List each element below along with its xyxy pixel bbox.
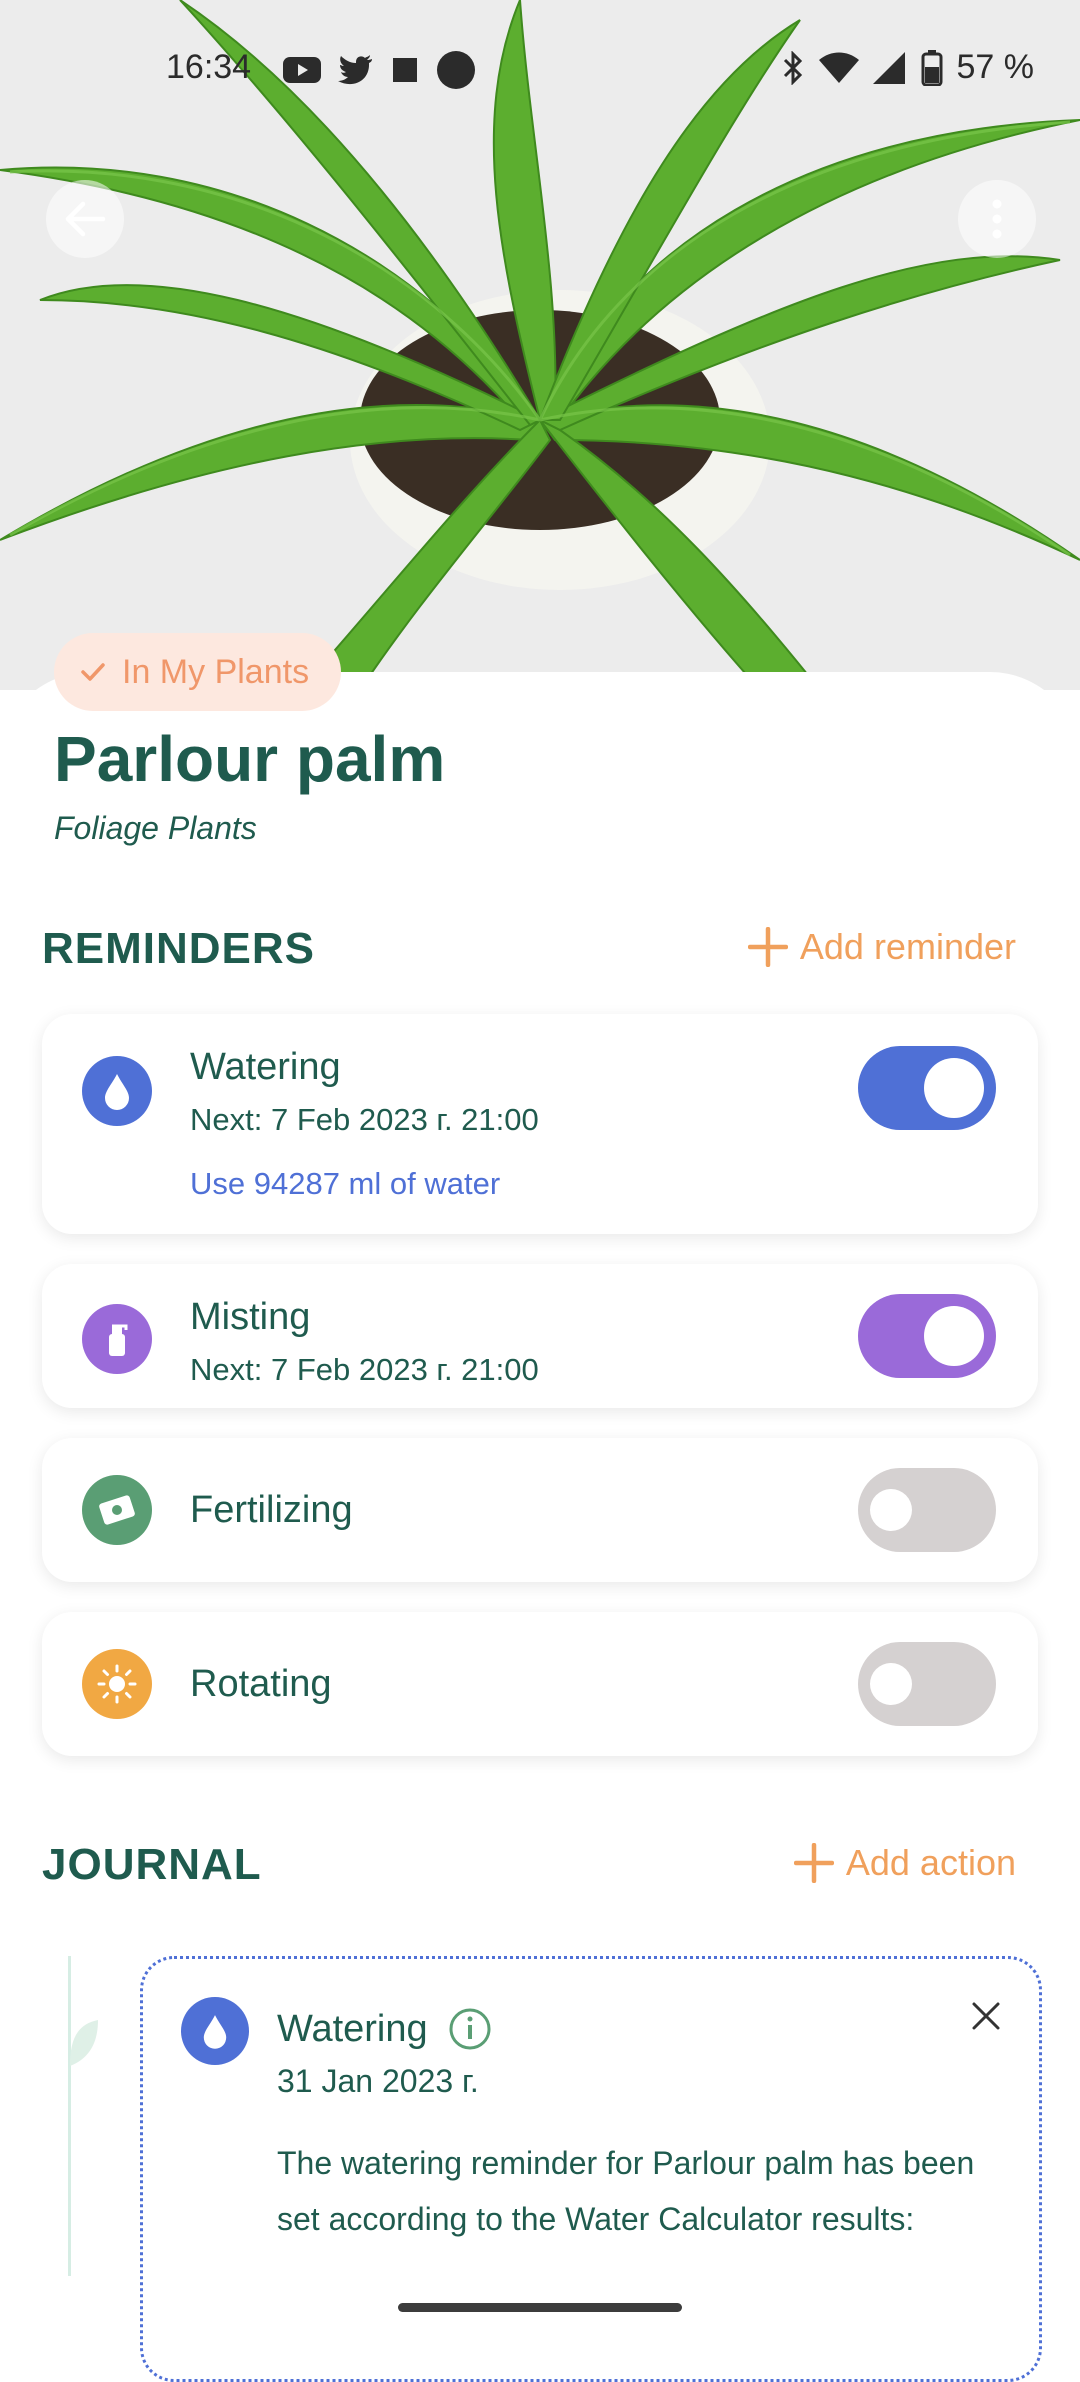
toggle-knob bbox=[924, 1058, 984, 1118]
spray-bottle-icon bbox=[82, 1304, 152, 1374]
reminder-card-rotating[interactable]: Rotating bbox=[42, 1612, 1038, 1756]
badge-label: In My Plants bbox=[122, 652, 310, 691]
notification-icons bbox=[282, 50, 476, 90]
add-reminder-button[interactable]: Add reminder bbox=[747, 926, 1016, 968]
add-action-button[interactable]: Add action bbox=[793, 1842, 1016, 1884]
watering-toggle[interactable] bbox=[858, 1046, 996, 1130]
water-drop-icon bbox=[181, 1997, 249, 2065]
reminder-card-misting[interactable]: Misting Next: 7 Feb 2023 г. 21:00 bbox=[42, 1264, 1038, 1408]
info-icon[interactable] bbox=[448, 2007, 492, 2051]
plus-icon bbox=[747, 927, 788, 967]
plant-name: Parlour palm bbox=[54, 723, 446, 795]
reminder-card-fertilizing[interactable]: Fertilizing bbox=[42, 1438, 1038, 1582]
reminder-next: Next: 7 Feb 2023 г. 21:00 bbox=[190, 1102, 539, 1137]
journal-entry-date: 31 Jan 2023 г. bbox=[277, 2063, 479, 2099]
journal-entry-watering[interactable]: Watering 31 Jan 2023 г. The watering rem… bbox=[140, 1956, 1042, 2382]
battery-percent: 57 % bbox=[956, 48, 1035, 86]
reminder-card-watering[interactable]: Watering Next: 7 Feb 2023 г. 21:00 Use 9… bbox=[42, 1014, 1038, 1234]
app-square-icon bbox=[393, 58, 417, 82]
wifi-icon bbox=[818, 52, 859, 83]
arrow-left-icon bbox=[65, 201, 106, 237]
misting-toggle[interactable] bbox=[858, 1294, 996, 1378]
fertilizer-icon bbox=[82, 1475, 152, 1545]
app-circle-icon bbox=[437, 51, 475, 89]
check-icon bbox=[81, 663, 105, 681]
reminder-name: Rotating bbox=[190, 1663, 332, 1705]
journal-entry-header: Watering bbox=[277, 2007, 492, 2051]
reminder-next: Next: 7 Feb 2023 г. 21:00 bbox=[190, 1352, 539, 1387]
twitter-icon bbox=[338, 55, 372, 85]
leaf-icon bbox=[70, 2020, 98, 2066]
rotating-toggle[interactable] bbox=[858, 1642, 996, 1726]
reminder-name: Misting bbox=[190, 1296, 311, 1338]
back-button[interactable] bbox=[46, 180, 124, 258]
youtube-icon bbox=[283, 57, 321, 83]
status-time: 16:34 bbox=[166, 48, 252, 86]
plus-icon bbox=[793, 1843, 834, 1883]
bluetooth-icon bbox=[783, 50, 802, 85]
battery-icon bbox=[921, 49, 942, 86]
close-icon[interactable] bbox=[971, 2001, 1001, 2031]
add-action-label: Add action bbox=[845, 1842, 1016, 1883]
add-reminder-label: Add reminder bbox=[799, 926, 1016, 967]
journal-entry-title: Watering bbox=[277, 2007, 428, 2050]
plant-category: Foliage Plants bbox=[54, 810, 257, 846]
water-amount-hint[interactable]: Use 94287 ml of water bbox=[190, 1166, 500, 1202]
status-bar: 16:34 57 % bbox=[0, 0, 1080, 140]
water-drop-icon bbox=[82, 1056, 152, 1126]
more-vert-icon bbox=[992, 199, 1002, 239]
journal-entry-text: The watering reminder for Parlour palm h… bbox=[277, 2145, 975, 2237]
journal-timeline bbox=[68, 1956, 71, 2276]
sun-icon bbox=[82, 1649, 152, 1719]
reminder-name: Watering bbox=[190, 1046, 341, 1088]
toggle-knob bbox=[870, 1663, 912, 1705]
more-options-button[interactable] bbox=[958, 180, 1036, 258]
toggle-knob bbox=[924, 1306, 984, 1366]
home-indicator[interactable] bbox=[398, 2303, 682, 2312]
reminder-name: Fertilizing bbox=[190, 1489, 353, 1531]
toggle-knob bbox=[870, 1489, 912, 1531]
journal-heading: JOURNAL bbox=[42, 1840, 262, 1889]
cell-signal-icon bbox=[872, 51, 905, 84]
reminders-heading: REMINDERS bbox=[42, 924, 316, 973]
in-my-plants-badge[interactable]: In My Plants bbox=[54, 633, 342, 711]
system-icons: 57 % bbox=[781, 48, 1035, 87]
fertilizing-toggle[interactable] bbox=[858, 1468, 996, 1552]
